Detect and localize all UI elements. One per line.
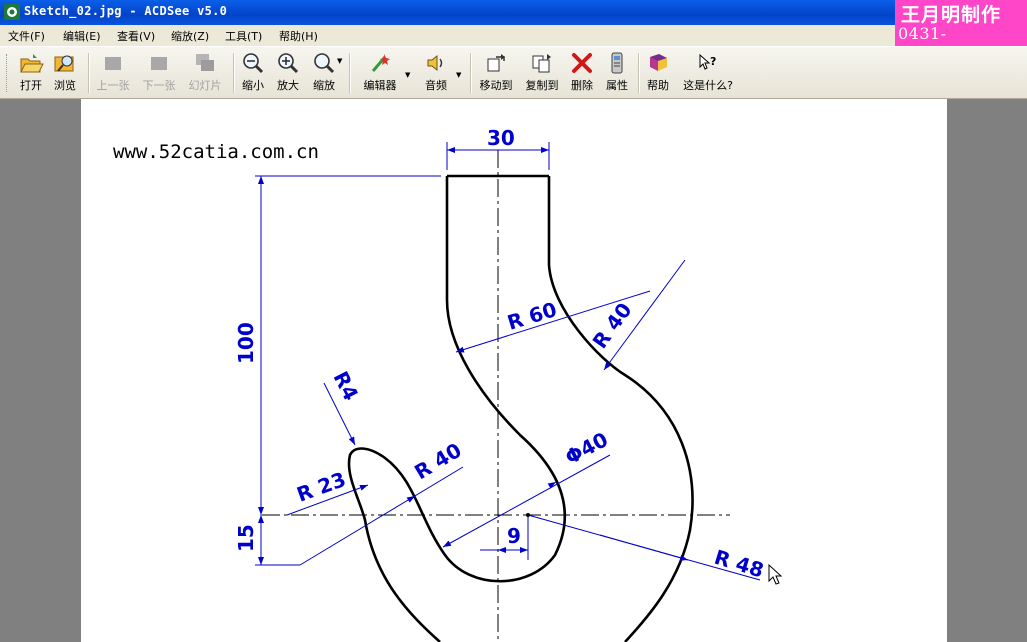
menu-view[interactable]: 查看(V) [117, 28, 155, 44]
dim-r40-mid: R 40 [410, 438, 465, 484]
zoom-label: 缩放 [313, 79, 335, 92]
acdsee-app-icon[interactable] [4, 4, 20, 20]
next-image-icon [151, 57, 167, 70]
audio-label: 音频 [425, 79, 447, 92]
dim-phi40: Φ40 [561, 427, 612, 469]
toolbar-separator [638, 53, 640, 93]
image-viewer[interactable]: www.52catia.com.cn 30 100 15 R 60 R 40 R… [0, 99, 1027, 642]
dim-r23: R 23 [294, 467, 349, 507]
mouse-cursor-icon [768, 564, 783, 585]
help-label: 帮助 [647, 79, 669, 92]
next-button[interactable]: 下一张 [140, 51, 178, 95]
delete-label: 删除 [571, 79, 593, 92]
previous-label: 上一张 [96, 79, 130, 92]
editor-label: 编辑器 [363, 79, 397, 92]
previous-image-icon [105, 57, 121, 70]
author-watermark: 王月明制作 0431-82039822 [895, 0, 1027, 62]
next-label: 下一张 [142, 79, 176, 92]
website-watermark: www.52catia.com.cn [113, 141, 319, 163]
properties-icon [611, 52, 623, 74]
menu-bar: 文件(F) 编辑(E) 查看(V) 缩放(Z) 工具(T) 帮助(H) [0, 25, 895, 46]
properties-button[interactable]: 属性 [603, 51, 631, 95]
title-bar: Sketch_02.jpg - ACDSee v5.0 [0, 0, 1027, 25]
move-to-button[interactable]: 移动到 [477, 51, 515, 95]
slideshow-button[interactable]: 幻灯片 [186, 51, 224, 95]
browse-label: 浏览 [54, 79, 76, 92]
arc-center-point [526, 513, 530, 517]
zoom-in-button[interactable]: 放大 [273, 51, 303, 95]
menu-edit[interactable]: 编辑(E) [63, 28, 101, 44]
help-book-icon [650, 54, 667, 71]
dim-r60: R 60 [504, 297, 559, 335]
dim-r48: R 48 [712, 545, 767, 583]
editor-wand-icon [371, 54, 390, 72]
author-name: 王月明制作 [901, 4, 1002, 26]
toolbar-separator [88, 53, 90, 93]
toolbar-grip[interactable] [6, 54, 10, 92]
open-button[interactable]: 打开 [15, 51, 47, 95]
menu-help[interactable]: 帮助(H) [279, 28, 318, 44]
open-folder-icon [20, 54, 44, 73]
hook-outline [347, 174, 694, 642]
dim-100: 100 [234, 322, 258, 364]
dim-15: 15 [234, 524, 258, 552]
zoom-dropdown-arrow[interactable]: ▼ [337, 57, 342, 65]
menu-zoom[interactable]: 缩放(Z) [171, 28, 209, 44]
zoom-out-button[interactable]: 缩小 [238, 51, 268, 95]
toolbar: 打开 浏览 上一张 下一张 幻灯片 缩小 放大 缩放 ▼ 编辑器 ▼ 音频 ▼ … [0, 46, 1027, 99]
svg-text:?: ? [710, 55, 716, 68]
whats-this-label: 这是什么? [683, 79, 733, 92]
copy-to-icon [532, 54, 551, 73]
zoom-out-icon [243, 53, 264, 74]
properties-label: 属性 [606, 79, 628, 92]
menu-file[interactable]: 文件(F) [8, 28, 45, 44]
speaker-icon [427, 54, 443, 72]
image-canvas[interactable]: www.52catia.com.cn 30 100 15 R 60 R 40 R… [81, 99, 947, 642]
window-title: Sketch_02.jpg - ACDSee v5.0 [24, 4, 228, 18]
copy-to-label: 复制到 [525, 79, 559, 92]
previous-button[interactable]: 上一张 [94, 51, 132, 95]
dim-r40-top: R 40 [588, 298, 637, 353]
zoom-out-label: 缩小 [242, 79, 264, 92]
whats-this-button[interactable]: ? 这是什么? [678, 51, 738, 95]
move-to-label: 移动到 [479, 79, 513, 92]
zoom-button[interactable]: 缩放 [309, 51, 339, 95]
move-to-icon [487, 54, 505, 72]
delete-button[interactable]: 删除 [568, 51, 596, 95]
zoom-in-label: 放大 [277, 79, 299, 92]
toolbar-separator [349, 53, 351, 93]
slideshow-label: 幻灯片 [188, 79, 222, 92]
copy-to-button[interactable]: 复制到 [523, 51, 561, 95]
slideshow-icon [196, 54, 214, 71]
editor-dropdown-arrow[interactable]: ▼ [405, 71, 410, 79]
dim-r4: R4 [329, 367, 364, 404]
zoom-icon [314, 53, 335, 74]
dim-30: 30 [487, 126, 515, 150]
delete-x-icon [572, 53, 592, 73]
audio-dropdown-arrow[interactable]: ▼ [456, 71, 461, 79]
help-button[interactable]: 帮助 [644, 51, 672, 95]
zoom-in-icon [278, 53, 299, 74]
hook-drawing: www.52catia.com.cn 30 100 15 R 60 R 40 R… [113, 126, 767, 642]
dim-9: 9 [507, 524, 521, 548]
browse-button[interactable]: 浏览 [49, 51, 81, 95]
menu-tools[interactable]: 工具(T) [225, 28, 262, 44]
editor-button[interactable]: 编辑器 [358, 51, 402, 95]
toolbar-separator [233, 53, 235, 93]
open-label: 打开 [20, 79, 42, 92]
browse-icon [54, 55, 74, 72]
toolbar-separator [470, 53, 472, 93]
whats-this-icon: ? [699, 53, 716, 70]
audio-button[interactable]: 音频 [421, 51, 451, 95]
